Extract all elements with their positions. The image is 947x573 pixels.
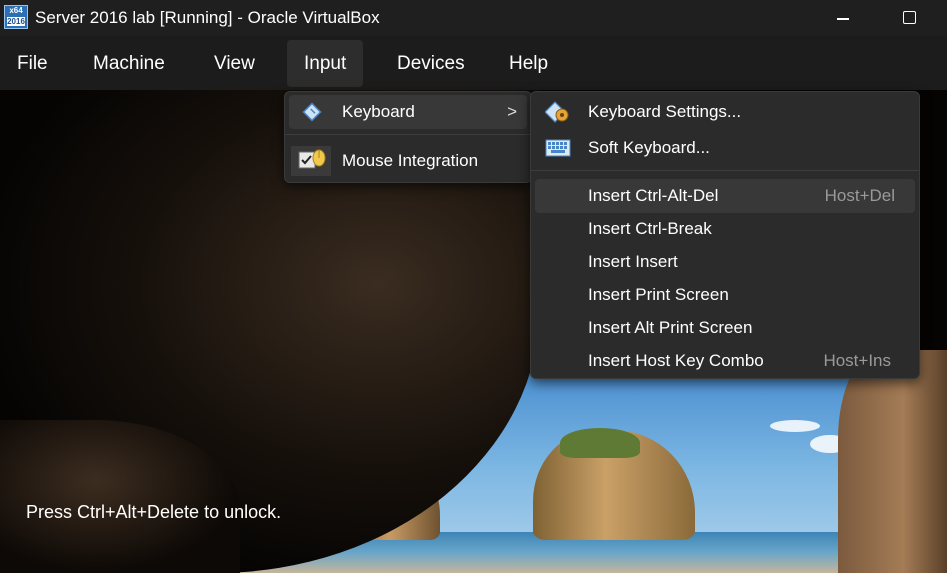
keyboard-label: Keyboard — [342, 102, 415, 121]
soft-keyboard-label: Soft Keyboard... — [588, 138, 710, 157]
menu-help[interactable]: Help — [492, 40, 565, 87]
icon-top-text: x64 — [9, 6, 23, 15]
virtualbox-vm-icon: x64 2016 — [4, 5, 28, 29]
menu-item-insert-insert[interactable]: Insert Insert — [535, 245, 915, 279]
menu-input[interactable]: Input — [287, 40, 364, 87]
minimize-button[interactable] — [824, 0, 864, 36]
menu-item-insert-ctrl-alt-del[interactable]: Insert Ctrl-Alt-Del Host+Del — [535, 179, 915, 213]
cloud — [770, 420, 820, 432]
menu-separator — [531, 170, 919, 171]
menu-item-insert-host-key-combo[interactable]: Insert Host Key Combo Host+Ins — [535, 344, 915, 378]
menu-item-mouse-integration[interactable]: Mouse Integration — [289, 144, 527, 178]
menu-bar: File Machine View Input Devices Help — [0, 36, 947, 90]
insert-host-key-combo-label: Insert Host Key Combo — [588, 351, 764, 370]
menu-item-keyboard[interactable]: Keyboard > — [289, 95, 527, 129]
menu-item-soft-keyboard[interactable]: Soft Keyboard... — [535, 131, 915, 165]
title-bar[interactable]: x64 2016 Server 2016 lab [Running] - Ora… — [0, 0, 947, 36]
menu-item-keyboard-settings[interactable]: Keyboard Settings... — [535, 95, 915, 129]
insert-print-screen-label: Insert Print Screen — [588, 285, 729, 304]
menu-item-insert-ctrl-break[interactable]: Insert Ctrl-Break — [535, 212, 915, 246]
chevron-right-icon: > — [507, 102, 517, 121]
insert-alt-print-screen-label: Insert Alt Print Screen — [588, 318, 753, 337]
shortcut-host-del: Host+Del — [824, 186, 895, 205]
menu-view[interactable]: View — [197, 40, 272, 87]
insert-insert-label: Insert Insert — [588, 252, 678, 271]
menu-item-insert-alt-print-screen[interactable]: Insert Alt Print Screen — [535, 311, 915, 345]
keyboard-diamond-icon — [302, 102, 322, 122]
maximize-button[interactable] — [890, 0, 930, 36]
mouse-integration-icon — [291, 146, 331, 176]
keyboard-settings-label: Keyboard Settings... — [588, 102, 742, 121]
window-title: Server 2016 lab [Running] - Oracle Virtu… — [35, 8, 380, 27]
menu-item-insert-print-screen[interactable]: Insert Print Screen — [535, 278, 915, 312]
mouse-integration-label: Mouse Integration — [342, 151, 479, 170]
cave-wall-right — [838, 350, 947, 573]
menu-devices[interactable]: Devices — [380, 40, 482, 87]
soft-keyboard-icon — [545, 139, 571, 157]
keyboard-settings-icon — [545, 101, 569, 123]
insert-ctrl-break-label: Insert Ctrl-Break — [588, 219, 712, 238]
icon-bottom-text: 2016 — [7, 17, 25, 26]
rock-vegetation — [560, 428, 640, 458]
lock-screen-message: Press Ctrl+Alt+Delete to unlock. — [26, 502, 282, 522]
menu-file[interactable]: File — [0, 40, 65, 87]
insert-ctrl-alt-del-label: Insert Ctrl-Alt-Del — [588, 186, 719, 205]
menu-separator — [285, 134, 531, 135]
menu-machine[interactable]: Machine — [76, 40, 182, 87]
keyboard-submenu: Keyboard Settings... Soft Keyboard... In… — [530, 91, 920, 379]
input-menu: Keyboard > Mouse Integration — [284, 91, 532, 183]
shortcut-host-ins: Host+Ins — [823, 351, 891, 370]
